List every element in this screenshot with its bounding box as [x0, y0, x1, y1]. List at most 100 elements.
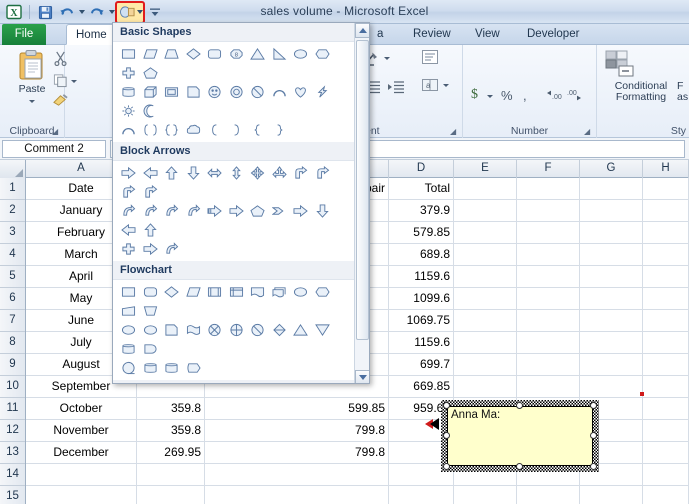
folded-corner-icon[interactable] [183, 82, 205, 101]
right-arrow-callout-icon[interactable] [290, 201, 312, 220]
flowchart-collate-icon[interactable] [247, 320, 269, 339]
resize-handle-se[interactable] [590, 463, 597, 470]
cell-D7[interactable]: 1069.75 [389, 310, 454, 331]
column-header-E[interactable]: E [454, 160, 517, 178]
sun-icon[interactable] [118, 101, 140, 120]
decrease-decimal-icon[interactable]: .00 [567, 89, 585, 106]
cell-E7[interactable] [454, 310, 517, 331]
cell-G3[interactable] [580, 222, 643, 243]
flowchart-alternate-process-icon[interactable] [140, 282, 162, 301]
cell-H5[interactable] [643, 266, 689, 287]
cell-E4[interactable] [454, 244, 517, 265]
row-header-12[interactable]: 12 [0, 420, 25, 442]
resize-handle-e[interactable] [590, 432, 597, 439]
flowchart-or-icon[interactable] [226, 320, 248, 339]
row-header-10[interactable]: 10 [0, 376, 25, 398]
flowchart-sequential-access-icon[interactable] [118, 358, 140, 377]
row-header-9[interactable]: 9 [0, 354, 25, 376]
merge-caret-icon[interactable] [443, 84, 449, 87]
curved-right-arrow-icon[interactable] [118, 201, 140, 220]
cell-G4[interactable] [580, 244, 643, 265]
cell-G10[interactable] [580, 376, 643, 397]
smiley-face-icon[interactable] [204, 82, 226, 101]
left-bracket-icon[interactable] [204, 120, 226, 139]
parallelogram-icon[interactable] [140, 44, 162, 63]
pentagon-icon[interactable] [140, 63, 162, 82]
cell-E2[interactable] [454, 200, 517, 221]
up-down-arrow-icon[interactable] [226, 163, 248, 182]
cell-D3[interactable]: 579.85 [389, 222, 454, 243]
no-symbol-icon[interactable] [247, 82, 269, 101]
cell-H11[interactable] [643, 398, 689, 419]
cell-F10[interactable] [517, 376, 580, 397]
rectangle-icon[interactable] [118, 44, 140, 63]
quad-arrow-icon[interactable] [247, 163, 269, 182]
curved-up-arrow-icon[interactable] [161, 201, 183, 220]
cell-F5[interactable] [517, 266, 580, 287]
cell-D8[interactable]: 1159.6 [389, 332, 454, 353]
cell-C13[interactable]: 799.8 [205, 442, 389, 463]
cell-H14[interactable] [643, 464, 689, 485]
cell-A11[interactable]: October [26, 398, 137, 419]
moon-icon[interactable] [140, 101, 162, 120]
bent-arrow-icon[interactable] [290, 163, 312, 182]
down-arrow-callout-icon[interactable] [312, 201, 334, 220]
flowchart-process-icon[interactable] [118, 282, 140, 301]
cell-D5[interactable]: 1159.6 [389, 266, 454, 287]
cell-D1[interactable]: Total [389, 178, 454, 199]
cylinder-icon[interactable] [118, 82, 140, 101]
flowchart-extract-icon[interactable] [290, 320, 312, 339]
cell-C15[interactable] [205, 486, 389, 504]
cell-H2[interactable] [643, 200, 689, 221]
paste-button[interactable]: Paste [8, 49, 56, 107]
cell-A12[interactable]: November [26, 420, 137, 441]
cell-H15[interactable] [643, 486, 689, 504]
cell-H3[interactable] [643, 222, 689, 243]
cell-A15[interactable] [26, 486, 137, 504]
donut-icon[interactable] [226, 82, 248, 101]
column-header-F[interactable]: F [517, 160, 580, 178]
cell-E9[interactable] [454, 354, 517, 375]
arc-icon[interactable] [118, 120, 140, 139]
lightning-bolt-icon[interactable] [312, 82, 334, 101]
cell-C14[interactable] [205, 464, 389, 485]
currency-caret-icon[interactable] [487, 95, 493, 98]
bevel-icon[interactable] [161, 82, 183, 101]
cell-E3[interactable] [454, 222, 517, 243]
left-right-arrow-callout-icon[interactable] [140, 239, 162, 258]
cell-F4[interactable] [517, 244, 580, 265]
cell-E10[interactable] [454, 376, 517, 397]
resize-handle-sw[interactable] [443, 463, 450, 470]
row-header-6[interactable]: 6 [0, 288, 25, 310]
bent-up-arrow-icon[interactable] [140, 182, 162, 201]
row-header-4[interactable]: 4 [0, 244, 25, 266]
octagon-8-icon[interactable]: 8 [226, 44, 248, 63]
flowchart-predefined-process-icon[interactable] [204, 282, 226, 301]
cell-D4[interactable]: 689.8 [389, 244, 454, 265]
cell-D10[interactable]: 669.85 [389, 376, 454, 397]
cell-D2[interactable]: 379.9 [389, 200, 454, 221]
resize-handle-s[interactable] [516, 463, 523, 470]
up-arrow-callout-icon[interactable] [140, 220, 162, 239]
flowchart-punched-tape-icon[interactable] [183, 320, 205, 339]
right-bracket-icon[interactable] [226, 120, 248, 139]
percent-button[interactable]: % [501, 88, 513, 103]
cell-B15[interactable] [137, 486, 205, 504]
cell-E6[interactable] [454, 288, 517, 309]
curved-down-arrow-icon[interactable] [183, 201, 205, 220]
block-arc-icon[interactable] [269, 82, 291, 101]
right-triangle-icon[interactable] [269, 44, 291, 63]
column-header-H[interactable]: H [643, 160, 689, 178]
cube-icon[interactable] [140, 82, 162, 101]
number-dialog-launcher[interactable]: ◢ [584, 127, 593, 136]
flowchart-decision-icon[interactable] [161, 282, 183, 301]
flowchart-card-icon[interactable] [161, 320, 183, 339]
left-right-bracket-icon[interactable] [140, 120, 162, 139]
cell-E5[interactable] [454, 266, 517, 287]
cell-G15[interactable] [580, 486, 643, 504]
cell-H13[interactable] [643, 442, 689, 463]
right-brace-icon[interactable] [269, 120, 291, 139]
flowchart-multidocument-icon[interactable] [269, 282, 291, 301]
tab-file[interactable]: File [2, 24, 46, 45]
cell-B11[interactable]: 359.8 [137, 398, 205, 419]
